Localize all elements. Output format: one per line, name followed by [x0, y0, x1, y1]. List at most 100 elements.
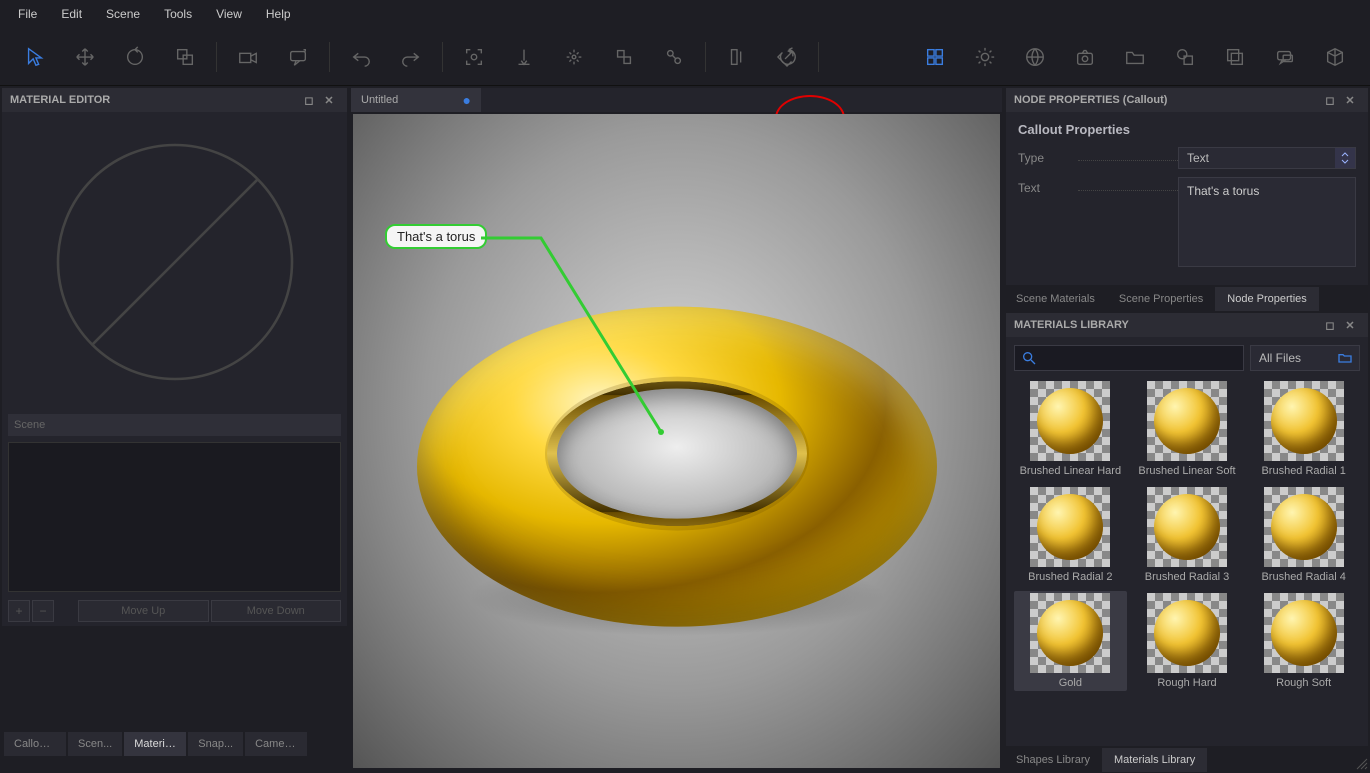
maximize-icon[interactable]: ◻ — [299, 94, 319, 107]
callout-properties-body: Callout Properties Type Text Text — [1006, 112, 1368, 285]
bottom-tab[interactable]: Callout ... — [4, 732, 66, 756]
tab-node-properties[interactable]: Node Properties — [1215, 287, 1319, 311]
panel-folder-button[interactable] — [1114, 36, 1156, 78]
material-editor-header: MATERIAL EDITOR ◻ ✕ — [2, 88, 347, 112]
document-tab-label: Untitled — [361, 94, 398, 106]
menu-scene[interactable]: Scene — [94, 3, 152, 25]
material-label: Brushed Radial 2 — [1028, 571, 1112, 583]
close-icon[interactable]: ✕ — [319, 94, 339, 107]
menu-help[interactable]: Help — [254, 3, 303, 25]
bottom-tab[interactable]: Material ... — [124, 732, 186, 756]
material-thumbnail — [1030, 593, 1110, 673]
bottom-tab[interactable]: Snap... — [188, 732, 243, 756]
panel-callouts-button[interactable] — [1264, 36, 1306, 78]
snap-tool[interactable] — [553, 36, 595, 78]
select-tool[interactable] — [14, 36, 56, 78]
undo-button[interactable] — [340, 36, 382, 78]
material-tool[interactable] — [603, 36, 645, 78]
material-thumbnail — [1030, 487, 1110, 567]
type-select[interactable]: Text — [1178, 147, 1356, 169]
link-tool[interactable] — [653, 36, 695, 78]
viewport[interactable]: That's a torus — [353, 114, 1000, 768]
material-label: Rough Soft — [1276, 677, 1331, 689]
material-thumbnail — [1147, 487, 1227, 567]
move-tool[interactable] — [64, 36, 106, 78]
move-down-button[interactable]: Move Down — [211, 600, 342, 622]
library-item[interactable]: Rough Soft — [1247, 591, 1360, 691]
close-icon[interactable]: ✕ — [1340, 319, 1360, 332]
document-tabbar: Untitled ● — [351, 88, 1002, 112]
library-search-input[interactable] — [1014, 345, 1244, 371]
panel-camera-button[interactable] — [1064, 36, 1106, 78]
material-preview — [2, 112, 347, 412]
bottom-tab[interactable]: Scen... — [68, 732, 122, 756]
panel-images-button[interactable] — [1214, 36, 1256, 78]
library-item[interactable]: Rough Hard — [1131, 591, 1244, 691]
menu-view[interactable]: View — [204, 3, 254, 25]
remove-material-button[interactable]: − — [32, 600, 54, 622]
library-grid: Brushed Linear Hard Brushed Linear Soft Br… — [1014, 379, 1360, 691]
material-thumbnail — [1264, 593, 1344, 673]
menu-file[interactable]: File — [6, 3, 49, 25]
material-label: Rough Hard — [1157, 677, 1216, 689]
panel-settings-button[interactable] — [964, 36, 1006, 78]
properties-tabs: Scene Materials Scene Properties Node Pr… — [1004, 287, 1370, 311]
move-up-button[interactable]: Move Up — [78, 600, 209, 622]
menu-edit[interactable]: Edit — [49, 3, 94, 25]
material-thumbnail — [1147, 593, 1227, 673]
tab-scene-materials[interactable]: Scene Materials — [1004, 287, 1107, 311]
tab-materials-library[interactable]: Materials Library — [1102, 748, 1207, 772]
type-select-value: Text — [1187, 151, 1209, 165]
panel-cube-button[interactable] — [1314, 36, 1356, 78]
menubar: File Edit Scene Tools View Help — [0, 0, 1370, 28]
callout-tool[interactable] — [277, 36, 319, 78]
export-button[interactable] — [766, 36, 808, 78]
callout-properties-heading: Callout Properties — [1018, 122, 1356, 137]
library-filter-value: All Files — [1259, 351, 1301, 365]
material-editor-title: MATERIAL EDITOR — [10, 94, 110, 106]
material-scene-row[interactable]: Scene — [8, 414, 341, 436]
maximize-icon[interactable]: ◻ — [1320, 94, 1340, 107]
redo-button[interactable] — [390, 36, 432, 78]
library-item[interactable]: Brushed Radial 4 — [1247, 485, 1360, 585]
bottom-tabs: Callout ...Scen...Material ...Snap...Cam… — [4, 732, 307, 756]
panel-globe-button[interactable] — [1014, 36, 1056, 78]
ground-tool[interactable] — [503, 36, 545, 78]
callout-label[interactable]: That's a torus — [385, 224, 487, 249]
tab-scene-properties[interactable]: Scene Properties — [1107, 287, 1215, 311]
left-sidebar: MATERIAL EDITOR ◻ ✕ Scene + − Move Up Mo… — [0, 86, 349, 772]
library-item[interactable]: Brushed Radial 3 — [1131, 485, 1244, 585]
material-slots — [8, 442, 341, 592]
material-thumbnail — [1147, 381, 1227, 461]
library-filter-select[interactable]: All Files — [1250, 345, 1360, 371]
material-thumbnail — [1030, 381, 1110, 461]
library-item[interactable]: Brushed Linear Hard — [1014, 379, 1127, 479]
tab-shapes-library[interactable]: Shapes Library — [1004, 748, 1102, 772]
material-label: Brushed Linear Hard — [1020, 465, 1122, 477]
frame-tool[interactable] — [453, 36, 495, 78]
add-material-button[interactable]: + — [8, 600, 30, 622]
scale-tool[interactable] — [164, 36, 206, 78]
camera-tool[interactable] — [227, 36, 269, 78]
library-item[interactable]: Gold — [1014, 591, 1127, 691]
library-item[interactable]: Brushed Radial 1 — [1247, 379, 1360, 479]
search-icon — [1021, 350, 1037, 366]
panel-shapes-button[interactable] — [1164, 36, 1206, 78]
material-label: Brushed Linear Soft — [1138, 465, 1235, 477]
library-item[interactable]: Brushed Radial 2 — [1014, 485, 1127, 585]
document-tab[interactable]: Untitled ● — [351, 88, 481, 112]
rotate-tool[interactable] — [114, 36, 156, 78]
close-icon[interactable]: ✕ — [1340, 94, 1360, 107]
text-label: Text — [1018, 177, 1078, 195]
maximize-icon[interactable]: ◻ — [1320, 319, 1340, 332]
panel-scene-button[interactable] — [914, 36, 956, 78]
text-field[interactable] — [1178, 177, 1356, 267]
folder-icon — [1337, 350, 1353, 366]
library-item[interactable]: Brushed Linear Soft — [1131, 379, 1244, 479]
bottom-tab[interactable]: Camera Se... — [245, 732, 307, 756]
render-tool[interactable] — [716, 36, 758, 78]
material-label: Brushed Radial 1 — [1261, 465, 1345, 477]
resize-grip[interactable] — [1354, 756, 1368, 770]
material-thumbnail — [1264, 487, 1344, 567]
menu-tools[interactable]: Tools — [152, 3, 204, 25]
